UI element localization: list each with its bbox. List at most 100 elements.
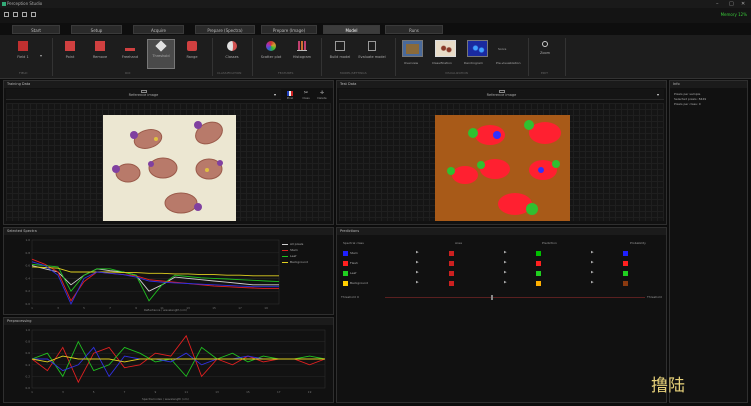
play-arrow-icon[interactable]: ▶ bbox=[591, 260, 594, 264]
x-tick-label: 1 bbox=[31, 306, 33, 310]
x-tick-label: 9 bbox=[135, 306, 137, 310]
class-label: Class bbox=[302, 96, 310, 100]
class-color-swatch[interactable] bbox=[343, 281, 348, 286]
threshold-value: 0 bbox=[357, 295, 359, 299]
remove-button[interactable]: Remove bbox=[86, 39, 114, 69]
slider-thumb[interactable] bbox=[491, 295, 493, 300]
x-tick-label: 11 bbox=[184, 390, 188, 394]
point-icon bbox=[65, 41, 75, 51]
classes-button[interactable]: Classes bbox=[218, 39, 246, 69]
y-tick-label: 0.0 bbox=[26, 386, 31, 390]
table-row[interactable]: Background ▶ ▶ ▶ bbox=[341, 279, 664, 288]
point-button[interactable]: Point bbox=[56, 39, 84, 69]
overview-thumbnail[interactable] bbox=[402, 40, 423, 57]
save-icon[interactable] bbox=[22, 12, 27, 17]
play-arrow-icon[interactable]: ▶ bbox=[504, 250, 507, 254]
save-as-icon[interactable] bbox=[31, 12, 36, 17]
tab-runs[interactable]: Runs bbox=[385, 25, 443, 34]
info-line: Selected pixels: 8449 bbox=[674, 97, 707, 101]
chevron-down-icon[interactable]: ▾ bbox=[657, 92, 659, 97]
divider bbox=[565, 38, 566, 76]
x-tick-label: 13 bbox=[215, 390, 219, 394]
evaluate-model-button[interactable]: Evaluate model bbox=[358, 39, 386, 69]
freehand-button[interactable]: Freehand bbox=[116, 39, 144, 69]
class-color-swatch[interactable] bbox=[343, 251, 348, 256]
range-button[interactable]: Range bbox=[178, 39, 206, 69]
training-image-canvas[interactable] bbox=[6, 103, 331, 221]
chevron-down-icon[interactable]: ▾ bbox=[274, 92, 276, 97]
reference-image-selector[interactable]: Reference image bbox=[6, 89, 281, 100]
class-color-swatch[interactable] bbox=[343, 261, 348, 266]
result-swatch bbox=[536, 281, 541, 286]
zoom-button[interactable]: Zoom bbox=[531, 39, 559, 69]
tab-model[interactable]: Model bbox=[323, 25, 380, 34]
minimize-button[interactable]: – bbox=[716, 1, 719, 7]
test-image-canvas[interactable] bbox=[339, 103, 664, 221]
table-row[interactable]: Flesh ▶ ▶ ▶ bbox=[341, 259, 664, 268]
delete-tool[interactable]: ✛ Delete bbox=[317, 91, 327, 101]
play-arrow-icon[interactable]: ▶ bbox=[416, 270, 419, 274]
class-name: Stem bbox=[350, 251, 358, 255]
table-row[interactable]: Leaf ▶ ▶ ▶ bbox=[341, 269, 664, 278]
field-selector[interactable]: Field 1 bbox=[8, 39, 38, 69]
play-arrow-icon[interactable]: ▶ bbox=[591, 280, 594, 284]
tab-acquire[interactable]: Acquire bbox=[133, 25, 184, 34]
zoom-label: Zoom bbox=[539, 51, 551, 55]
preprocessing-chart[interactable]: 1 3 5 7 9 11 13 15 17 190.00.20.40.60.81.0 bbox=[6, 327, 331, 398]
play-arrow-icon[interactable]: ▶ bbox=[591, 270, 594, 274]
pie-chart-icon bbox=[227, 41, 237, 51]
dendrogram-thumbnail[interactable] bbox=[467, 40, 488, 57]
selected-spectra-panel: Selected Spectra 1 3 5 7 9 11 13 15 17 19 0.0 0.2 0.… bbox=[3, 227, 334, 315]
scatter-plot-button[interactable]: Scatter plot bbox=[257, 39, 285, 69]
classification-label: Classification bbox=[432, 61, 452, 65]
x-tick-label: 5 bbox=[83, 306, 85, 310]
close-button[interactable]: ✕ bbox=[741, 1, 745, 7]
divider bbox=[252, 38, 253, 76]
table-row[interactable]: Stem ▶ ▶ ▶ bbox=[341, 249, 664, 258]
legend-label: Background bbox=[290, 260, 308, 264]
threshold-button[interactable]: Threshold bbox=[147, 39, 175, 69]
threshold-icon bbox=[155, 40, 167, 52]
pre-visualization-label[interactable]: Pre-visualization bbox=[496, 61, 521, 65]
play-arrow-icon[interactable]: ▶ bbox=[416, 280, 419, 284]
play-arrow-icon[interactable]: ▶ bbox=[416, 250, 419, 254]
play-arrow-icon[interactable]: ▶ bbox=[504, 270, 507, 274]
build-model-button[interactable]: Build model bbox=[326, 39, 354, 69]
tab-start[interactable]: Start bbox=[12, 25, 60, 34]
tab-prepare-spectra[interactable]: Prepare (Spectra) bbox=[195, 25, 255, 34]
play-arrow-icon[interactable]: ▶ bbox=[504, 280, 507, 284]
chevron-down-icon[interactable]: ▾ bbox=[40, 53, 42, 58]
result-swatch bbox=[449, 281, 454, 286]
classification-thumbnail[interactable] bbox=[435, 40, 456, 57]
field-icon bbox=[18, 41, 28, 51]
threshold-slider[interactable] bbox=[385, 295, 645, 300]
new-icon[interactable] bbox=[4, 12, 9, 17]
play-arrow-icon[interactable]: ▶ bbox=[591, 250, 594, 254]
class-tool[interactable]: ✂ Class bbox=[301, 91, 311, 101]
plot-area bbox=[31, 239, 280, 305]
legend-label: Leaf bbox=[290, 254, 297, 258]
title-bar: Perception Studio – □ ✕ bbox=[0, 0, 751, 8]
point-label: Point bbox=[65, 55, 75, 59]
play-arrow-icon[interactable]: ▶ bbox=[504, 260, 507, 264]
divider bbox=[395, 38, 396, 76]
app-icon bbox=[2, 2, 6, 6]
test-image-selector[interactable]: Reference image bbox=[339, 89, 664, 100]
class-color-swatch[interactable] bbox=[343, 271, 348, 276]
training-data-panel: Training Data Reference image ▾ Pixel ✂ … bbox=[3, 80, 334, 225]
column-header-class: Spectral class bbox=[343, 241, 364, 245]
tab-prepare-image[interactable]: Prepare (Image) bbox=[261, 25, 317, 34]
group-label-edit: EDIT bbox=[541, 71, 548, 75]
open-icon[interactable] bbox=[13, 12, 18, 17]
y-tick-label: 1.0 bbox=[26, 238, 31, 242]
x-tick-label: 3 bbox=[62, 390, 64, 394]
group-label-field: FIELD bbox=[19, 71, 28, 75]
freehand-label: Freehand bbox=[121, 55, 139, 59]
histogram-button[interactable]: Histogram bbox=[288, 39, 316, 69]
play-arrow-icon[interactable]: ▶ bbox=[416, 260, 419, 264]
tab-setup[interactable]: Setup bbox=[71, 25, 122, 34]
maximize-button[interactable]: □ bbox=[729, 1, 734, 7]
pixel-tool[interactable]: Pixel bbox=[285, 91, 295, 101]
group-label-classification: CLASSIFICATION bbox=[217, 71, 242, 75]
score-label[interactable]: Score bbox=[498, 47, 506, 51]
